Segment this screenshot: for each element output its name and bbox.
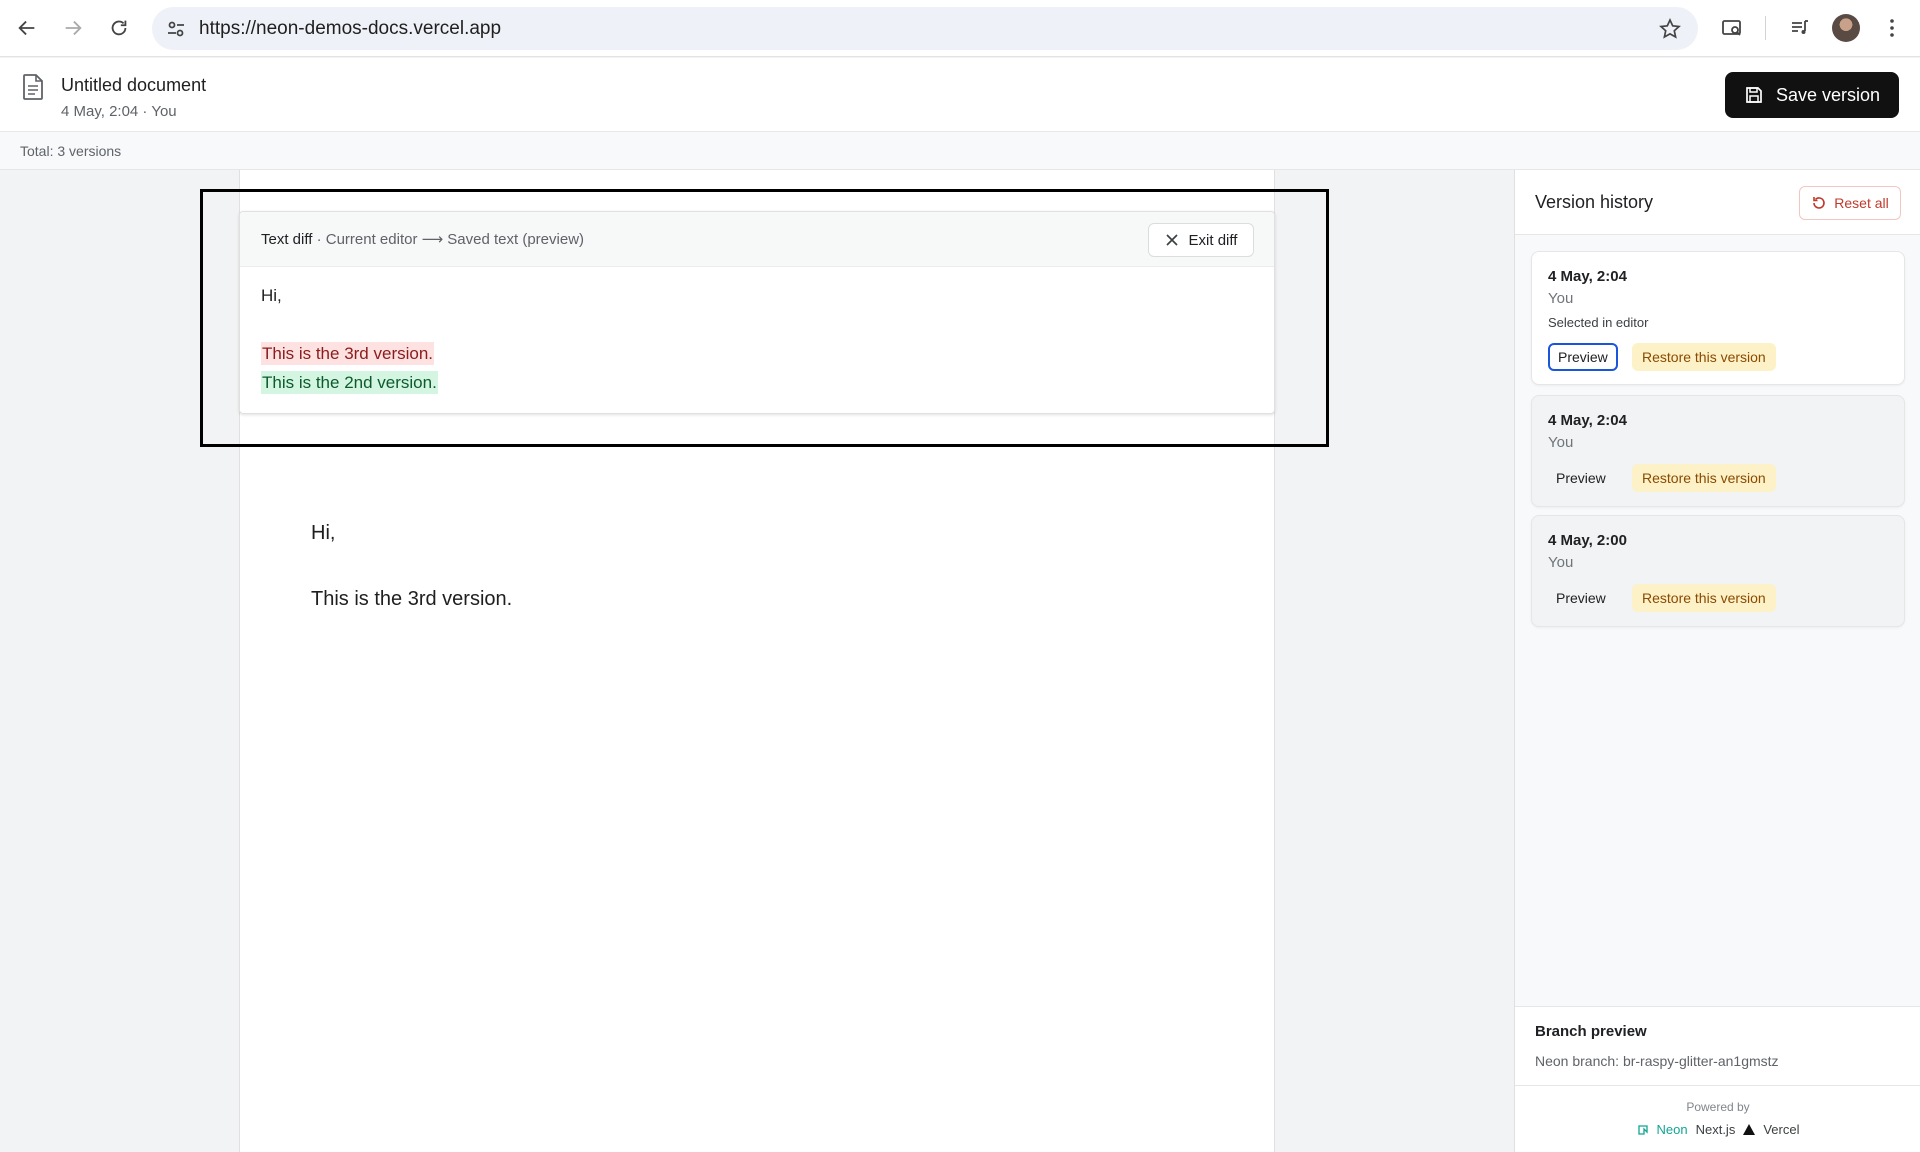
branch-name: Neon branch: br-raspy-glitter-an1gmstz	[1535, 1053, 1779, 1069]
version-card[interactable]: 4 May, 2:04 You Selected in editor Previ…	[1531, 251, 1905, 385]
save-icon	[1746, 87, 1762, 103]
reset-icon	[1813, 197, 1826, 209]
version-author: You	[1548, 434, 1574, 451]
nextjs-link[interactable]: Next.js	[1696, 1122, 1736, 1137]
site-settings-icon[interactable]	[164, 17, 188, 41]
vercel-link[interactable]: Vercel	[1763, 1122, 1799, 1137]
save-version-label: Save version	[1775, 84, 1881, 105]
browser-toolbar: https://neon-demos-docs.vercel.app	[0, 0, 1920, 57]
version-date: 4 May, 2:04	[1548, 412, 1627, 429]
address-bar[interactable]: https://neon-demos-docs.vercel.app	[152, 7, 1698, 50]
restore-version-button[interactable]: Restore this version	[1632, 584, 1776, 612]
back-button[interactable]	[11, 12, 43, 44]
powered-by-label: Powered by	[1686, 1100, 1750, 1114]
media-controls-icon[interactable]	[1786, 14, 1814, 42]
preview-button[interactable]: Preview	[1548, 464, 1614, 492]
arrow-left-icon	[18, 20, 35, 36]
document-icon	[23, 74, 43, 100]
editor-line[interactable]: Hi,	[311, 522, 335, 545]
toolbar-divider	[1765, 16, 1766, 40]
highlight-frame	[200, 189, 1329, 447]
preview-button[interactable]: Preview	[1548, 584, 1614, 612]
totals-bar: Total: 3 versions	[0, 132, 1920, 170]
preview-button[interactable]: Preview	[1548, 343, 1618, 371]
more-menu-icon[interactable]	[1878, 14, 1906, 42]
document-title: Untitled document	[61, 75, 207, 95]
vercel-triangle-icon	[1743, 1124, 1756, 1135]
branch-preview-section: Branch preview Neon branch: br-raspy-gli…	[1515, 1006, 1920, 1086]
document-meta: 4 May, 2:04 · You	[61, 103, 177, 120]
version-history-sidebar: Version history Reset all 4 May, 2:04 Yo…	[1514, 170, 1920, 1152]
neon-logo-icon	[1637, 1124, 1648, 1135]
save-version-button[interactable]: Save version	[1725, 72, 1899, 118]
document-header: Untitled document 4 May, 2:04 · You Save…	[0, 58, 1920, 132]
cast-search-icon[interactable]	[1718, 14, 1746, 42]
version-selected-note: Selected in editor	[1548, 315, 1649, 330]
restore-version-button[interactable]: Restore this version	[1632, 343, 1776, 371]
forward-button[interactable]	[57, 12, 89, 44]
sidebar-header: Version history Reset all	[1515, 170, 1920, 235]
sidebar-title: Version history	[1535, 192, 1654, 212]
version-card[interactable]: 4 May, 2:04 You Preview Restore this ver…	[1531, 395, 1905, 507]
version-author: You	[1548, 554, 1574, 571]
branch-preview-title: Branch preview	[1535, 1023, 1647, 1040]
arrow-right-icon	[65, 20, 82, 36]
total-versions-text: Total: 3 versions	[20, 143, 122, 159]
powered-by-links: Neon Next.js Vercel	[1515, 1122, 1920, 1137]
editor-line[interactable]: This is the 3rd version.	[311, 588, 512, 611]
powered-by-footer: Powered by Neon Next.js Vercel	[1515, 1086, 1920, 1152]
reset-all-label: Reset all	[1834, 195, 1889, 211]
neon-link[interactable]: Neon	[1657, 1122, 1688, 1137]
version-author: You	[1548, 290, 1574, 307]
version-date: 4 May, 2:00	[1548, 532, 1627, 549]
reload-icon	[111, 20, 127, 36]
version-date: 4 May, 2:04	[1548, 268, 1627, 285]
bookmark-star-icon[interactable]	[1658, 17, 1682, 41]
profile-avatar[interactable]	[1832, 14, 1860, 42]
reload-button[interactable]	[103, 12, 135, 44]
url-text[interactable]: https://neon-demos-docs.vercel.app	[199, 18, 501, 40]
restore-version-button[interactable]: Restore this version	[1632, 464, 1776, 492]
version-card[interactable]: 4 May, 2:00 You Preview Restore this ver…	[1531, 515, 1905, 627]
reset-all-button[interactable]: Reset all	[1799, 186, 1901, 220]
